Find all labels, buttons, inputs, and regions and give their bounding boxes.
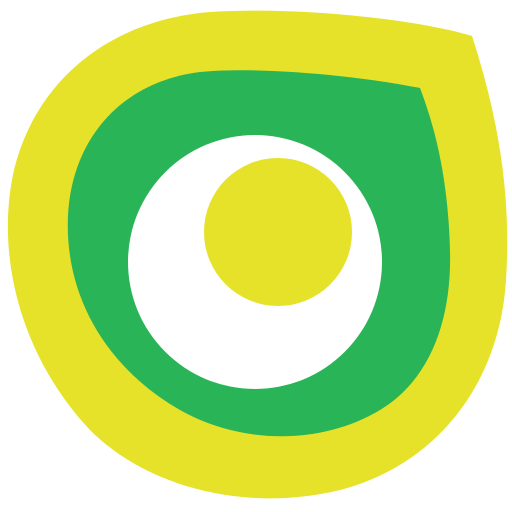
teardrop-eye-logo-icon bbox=[7, 10, 508, 499]
logo-canvas bbox=[0, 0, 512, 512]
center-dot-shape bbox=[204, 158, 352, 306]
